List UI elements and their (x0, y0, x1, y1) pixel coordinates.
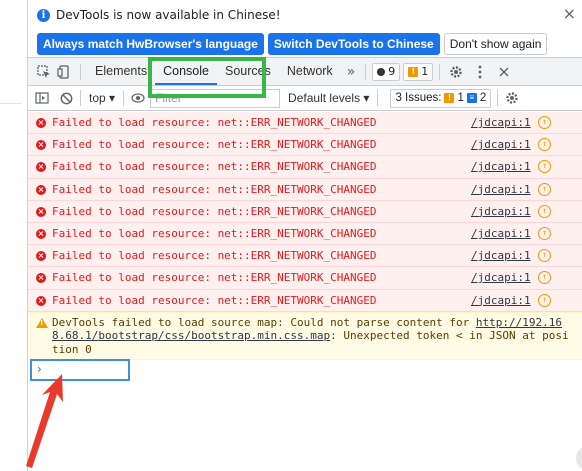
devtools-tabbar: Elements Console Sources Network » 9 ! 1 (28, 58, 582, 86)
network-request-icon[interactable]: ↑ (538, 249, 551, 263)
context-label: top (89, 91, 106, 105)
always-match-language-button[interactable]: Always match HwBrowser's language (37, 33, 264, 55)
error-message: Failed to load resource: net::ERR_NETWOR… (52, 138, 377, 152)
console-error-row: × Failed to load resource: net::ERR_NETWO… (28, 289, 582, 312)
warning-icon: ! (444, 93, 455, 103)
console-settings-icon[interactable] (502, 88, 522, 108)
gear-icon[interactable] (446, 62, 466, 82)
console-toolbar: top ▾ Filter Default levels ▾ 3 Issues: … (28, 86, 582, 111)
error-icon: × (36, 140, 46, 151)
network-request-icon[interactable]: ↑ (538, 271, 551, 285)
console-error-row: × Failed to load resource: net::ERR_NETWO… (28, 222, 582, 246)
console-error-row: × Failed to load resource: net::ERR_NETWO… (28, 112, 582, 135)
warning-count-badge[interactable]: ! 1 (403, 62, 434, 81)
console-error-row: × Failed to load resource: net::ERR_NETWO… (28, 134, 582, 157)
inspect-element-icon[interactable] (34, 62, 54, 82)
switch-to-chinese-button[interactable]: Switch DevTools to Chinese (267, 33, 440, 55)
network-request-icon[interactable]: ↑ (538, 138, 551, 152)
context-selector[interactable]: top ▾ (85, 91, 119, 105)
network-request-icon[interactable]: ↑ (538, 226, 551, 240)
devtools-panel: i DevTools is now available in Chinese! … (28, 0, 582, 471)
console-prompt-highlight (30, 359, 130, 381)
error-icon: × (36, 162, 46, 173)
clear-console-icon[interactable] (56, 88, 76, 108)
console-error-row: × Failed to load resource: net::ERR_NETWO… (28, 245, 582, 268)
source-link[interactable]: /jdcapi:1 (471, 205, 531, 218)
close-icon[interactable]: × (563, 4, 576, 23)
network-request-icon[interactable]: ↑ (538, 204, 551, 218)
error-count: 9 (388, 65, 396, 78)
network-request-icon[interactable]: ↑ (538, 182, 551, 196)
console-error-row: × Failed to load resource: net::ERR_NETWO… (28, 267, 582, 290)
info-message-icon: ≡ (466, 93, 477, 103)
more-tabs-icon[interactable]: » (341, 64, 362, 80)
close-devtools-icon[interactable] (494, 62, 514, 82)
network-request-icon[interactable]: ↑ (538, 293, 551, 307)
device-toolbar-icon[interactable] (54, 62, 74, 82)
error-message: Failed to load resource: net::ERR_NETWOR… (52, 226, 377, 240)
error-icon: × (36, 295, 46, 306)
error-message: Failed to load resource: net::ERR_NETWOR… (52, 116, 377, 129)
error-icon: × (36, 228, 46, 239)
dont-show-again-button[interactable]: Don't show again (443, 33, 548, 55)
warning-icon: ! (408, 66, 419, 77)
error-message: Failed to load resource: net::ERR_NETWOR… (52, 271, 377, 285)
issues-info-count: 2 (479, 92, 487, 104)
console-error-row: × Failed to load resource: net::ERR_NETWO… (28, 200, 582, 223)
error-message: Failed to load resource: net::ERR_NETWOR… (52, 160, 377, 174)
error-message: Failed to load resource: net::ERR_NETWOR… (52, 293, 377, 307)
issues-label: 3 Issues: (395, 92, 442, 104)
info-icon: i (37, 9, 50, 22)
warning-text: DevTools failed to load source map: Coul… (52, 315, 476, 329)
levels-label: Default levels (288, 91, 361, 105)
source-link[interactable]: /jdcapi:1 (471, 271, 531, 284)
warning-message: DevTools failed to load source map: Coul… (52, 316, 570, 357)
error-icon: × (36, 184, 46, 195)
source-link[interactable]: /jdcapi:1 (471, 160, 531, 173)
error-count-badge[interactable]: 9 (372, 62, 401, 81)
error-message: Failed to load resource: net::ERR_NETWOR… (52, 249, 377, 263)
source-link[interactable]: /jdcapi:1 (471, 116, 531, 129)
source-link[interactable]: /jdcapi:1 (471, 183, 531, 196)
warning-count: 1 (421, 65, 429, 78)
issues-warning-count: 1 (457, 92, 464, 104)
error-icon: × (36, 251, 46, 262)
eye-icon[interactable] (128, 88, 148, 108)
issues-button[interactable]: 3 Issues: ! 1 ≡ 2 (390, 88, 492, 108)
sidebar-toggle-icon[interactable] (32, 88, 52, 108)
error-message: Failed to load resource: net::ERR_NETWOR… (52, 204, 377, 218)
language-infobar: i DevTools is now available in Chinese! … (28, 0, 582, 58)
error-icon: × (36, 206, 46, 217)
tab-network[interactable]: Network (279, 58, 341, 85)
tab-elements[interactable]: Elements (87, 58, 155, 85)
network-request-icon[interactable]: ↑ (538, 160, 551, 174)
status-indicator[interactable] (576, 446, 582, 470)
console-error-row: × Failed to load resource: net::ERR_NETWO… (28, 156, 582, 179)
console-warning-row: DevTools failed to load source map: Coul… (28, 311, 582, 360)
source-link[interactable]: /jdcapi:1 (471, 249, 531, 262)
console-tab-highlight (148, 57, 266, 98)
network-request-icon[interactable]: ↑ (538, 116, 551, 129)
error-icon: × (36, 273, 46, 284)
console-error-row: × Failed to load resource: net::ERR_NETWO… (28, 178, 582, 201)
source-link[interactable]: /jdcapi:1 (471, 138, 531, 151)
error-icon: × (36, 118, 46, 128)
source-link[interactable]: /jdcapi:1 (471, 227, 531, 240)
infobar-message: DevTools is now available in Chinese! (56, 8, 281, 22)
more-options-icon[interactable] (470, 62, 490, 82)
warning-triangle-icon (36, 317, 48, 328)
error-message: Failed to load resource: net::ERR_NETWOR… (52, 182, 377, 196)
error-icon (377, 67, 386, 76)
page-content-strip (0, 0, 28, 471)
console-messages: ×Failed to load resource: net::ERR_NETWO… (28, 112, 582, 382)
source-link[interactable]: /jdcapi:1 (471, 294, 531, 307)
log-levels-dropdown[interactable]: Default levels ▾ (288, 91, 369, 105)
